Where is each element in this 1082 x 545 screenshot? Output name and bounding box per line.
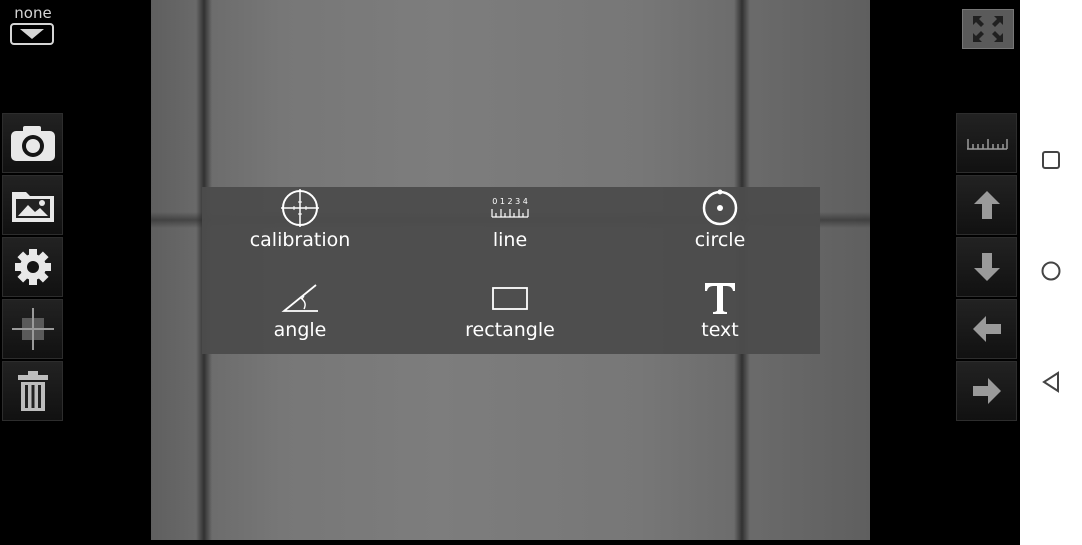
left-toolbar bbox=[2, 113, 65, 423]
right-toolbar bbox=[956, 113, 1019, 423]
menu-item-text[interactable]: text bbox=[620, 277, 820, 357]
mode-selector[interactable]: none bbox=[10, 4, 56, 48]
fullscreen-button[interactable] bbox=[962, 9, 1014, 49]
settings-button[interactable] bbox=[2, 237, 63, 297]
camera-button[interactable] bbox=[2, 113, 63, 173]
crosshair-button[interactable] bbox=[2, 299, 63, 359]
menu-item-calibration[interactable]: calibration bbox=[200, 187, 400, 267]
calibration-reticle-icon bbox=[281, 189, 319, 227]
move-down-button[interactable] bbox=[956, 237, 1017, 297]
menu-item-rectangle[interactable]: rectangle bbox=[410, 277, 610, 357]
angle-icon bbox=[281, 284, 318, 312]
trash-icon bbox=[17, 371, 48, 411]
expand-icon bbox=[973, 16, 1003, 42]
recent-apps-button[interactable] bbox=[1040, 149, 1062, 171]
microscope-app: none calibration 0 1 2 3 4 line circle a… bbox=[0, 0, 1020, 545]
dropdown-button[interactable] bbox=[10, 23, 54, 45]
crosshair-icon bbox=[11, 308, 54, 350]
move-up-button[interactable] bbox=[956, 175, 1017, 235]
menu-item-label: circle bbox=[694, 229, 746, 251]
ruler-button[interactable] bbox=[956, 113, 1017, 173]
rectangle-icon bbox=[492, 287, 528, 310]
move-left-button[interactable] bbox=[956, 299, 1017, 359]
home-button[interactable] bbox=[1040, 260, 1062, 282]
measurement-menu: calibration 0 1 2 3 4 line circle angle … bbox=[202, 187, 820, 354]
android-nav-bar bbox=[1020, 0, 1082, 545]
mode-label: none bbox=[14, 4, 52, 22]
move-right-button[interactable] bbox=[956, 361, 1017, 421]
gear-icon bbox=[14, 249, 51, 285]
menu-item-line[interactable]: 0 1 2 3 4 line bbox=[410, 187, 610, 267]
recent-apps-icon bbox=[1042, 151, 1060, 169]
menu-item-label: angle bbox=[273, 319, 327, 341]
menu-item-label: calibration bbox=[249, 229, 351, 251]
home-icon bbox=[1041, 261, 1061, 281]
arrow-left-icon bbox=[972, 316, 1001, 342]
image-folder-icon bbox=[11, 192, 54, 222]
ruler-scale-icon: 0 1 2 3 4 bbox=[491, 197, 529, 218]
ruler-icon bbox=[966, 139, 1008, 150]
arrow-up-icon bbox=[973, 191, 1000, 219]
back-icon bbox=[1042, 371, 1059, 393]
menu-item-label: line bbox=[492, 229, 528, 251]
menu-item-circle[interactable]: circle bbox=[620, 187, 820, 267]
arrow-right-icon bbox=[972, 378, 1001, 404]
menu-item-label: text bbox=[701, 319, 739, 341]
back-button[interactable] bbox=[1040, 371, 1062, 393]
gallery-button[interactable] bbox=[2, 175, 63, 235]
text-icon bbox=[705, 283, 735, 314]
delete-button[interactable] bbox=[2, 361, 63, 421]
arrow-down-icon bbox=[973, 253, 1000, 281]
chevron-down-icon bbox=[20, 29, 44, 39]
menu-item-angle[interactable]: angle bbox=[200, 277, 400, 357]
ruler-digits: 0 1 2 3 4 bbox=[492, 197, 528, 206]
menu-item-label: rectangle bbox=[465, 319, 555, 341]
camera-icon bbox=[10, 126, 55, 161]
circle-icon bbox=[702, 189, 738, 226]
